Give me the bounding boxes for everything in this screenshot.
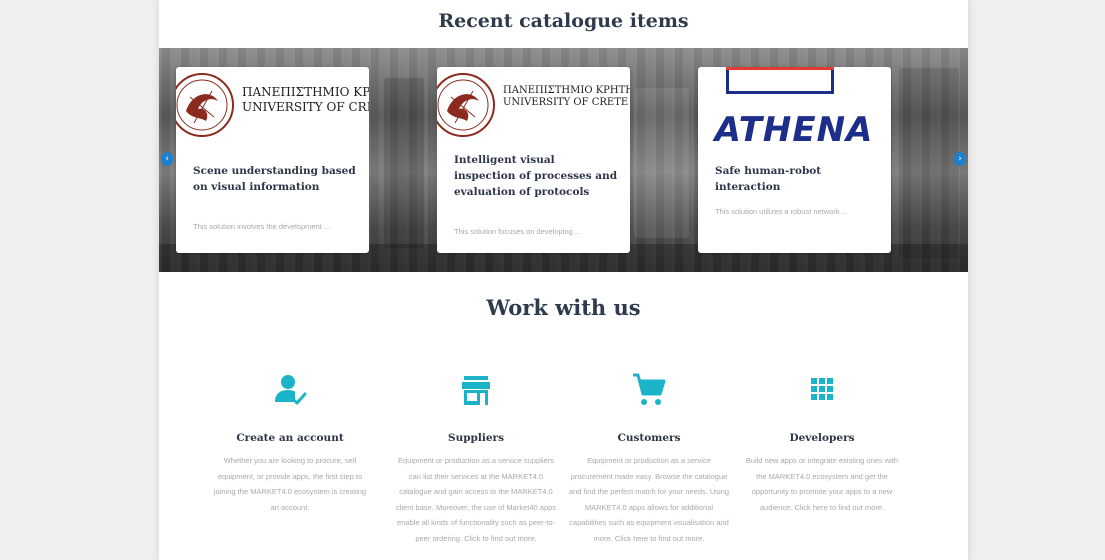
store-icon — [462, 376, 490, 405]
column-text: Equipment or production as a service pro… — [568, 456, 730, 543]
catalogue-card[interactable]: ΠΑΝΕΠΙΣΤΗΜΙΟ ΚΡΗΤΗ UNIVERSITY OF CRETE S… — [176, 67, 369, 253]
athena-wordmark-text: ATHENA — [712, 111, 874, 145]
column-title: Customers — [617, 432, 681, 444]
catalogue-card[interactable]: ATHENA Safe human-robot interaction This… — [698, 67, 891, 253]
university-of-crete-logo: ΠΑΝΕΠΙΣΤΗΜΙΟ ΚΡΗΤΗ UNIVERSITY OF CRETE — [176, 67, 369, 147]
card-description: This solution involves the development .… — [193, 222, 331, 231]
catalogue-card[interactable]: ΠΑΝΕΠΙΣΤΗΜΙΟ ΚΡΗΤΗ UNIVERSITY OF CRETE I… — [437, 67, 630, 253]
column-text: Build new apps or integrate existing one… — [745, 456, 899, 512]
column-title: Developers — [789, 432, 855, 444]
apps-grid-icon — [811, 378, 833, 400]
card-description: This solution focuses on developing ... — [454, 227, 582, 236]
background-shape — [634, 88, 689, 238]
logo-accent-bar — [726, 91, 834, 94]
column-title: Create an account — [236, 432, 344, 444]
logo-accent-bar — [726, 67, 834, 70]
column-text: Equipment or production as a service sup… — [395, 456, 557, 543]
catalogue-carousel: ‹ › ΠΑΝΕΠΙΣΤΗΜΙΟ ΚΡΗΤΗ UNIVERSITY OF CRE… — [159, 48, 968, 272]
cart-icon — [633, 373, 666, 405]
column-title: Suppliers — [447, 432, 504, 444]
university-seal-icon — [176, 73, 234, 137]
background-shape — [384, 78, 424, 248]
column-text: Whether you are looking to procure, sell… — [213, 456, 367, 512]
university-of-crete-logo: ΠΑΝΕΠΙΣΤΗΜΙΟ ΚΡΗΤΗ UNIVERSITY OF CRETE — [437, 67, 630, 147]
university-seal-icon — [437, 73, 495, 137]
suppliers-column[interactable]: Suppliers Equipment or production as a s… — [391, 372, 561, 546]
developers-column[interactable]: Developers Build new apps or integrate e… — [737, 372, 907, 515]
background-shape — [899, 68, 959, 258]
athena-logo: ATHENA — [698, 67, 891, 147]
university-name-text: ΠΑΝΕΠΙΣΤΗΜΙΟ ΚΡΗΤΗ UNIVERSITY OF CRETE — [242, 85, 369, 115]
university-name-text: ΠΑΝΕΠΙΣΤΗΜΙΟ ΚΡΗΤΗ UNIVERSITY OF CRETE — [503, 85, 630, 109]
carousel-next-button[interactable]: › — [954, 152, 966, 166]
user-check-icon — [275, 375, 307, 405]
athena-wordmark: ATHENA — [712, 111, 874, 145]
create-account-column[interactable]: Create an account Whether you are lookin… — [205, 372, 375, 515]
work-with-us-title: Work with us — [486, 295, 641, 320]
university-name-english: UNIVERSITY OF CRETE — [503, 97, 629, 108]
card-description: This solution utilizes a robust network … — [715, 207, 848, 216]
carousel-prev-button[interactable]: ‹ — [161, 152, 173, 166]
customers-column[interactable]: Customers Equipment or production as a s… — [564, 372, 734, 546]
card-title[interactable]: Scene understanding based on visual info… — [193, 163, 358, 195]
university-name-greek: ΠΑΝΕΠΙΣΤΗΜΙΟ ΚΡΗΤΗ — [242, 85, 369, 99]
university-name-english: UNIVERSITY OF CRETE — [242, 100, 369, 114]
university-name-greek: ΠΑΝΕΠΙΣΤΗΜΙΟ ΚΡΗΤΗ — [503, 85, 630, 96]
card-title[interactable]: Safe human-robot interaction — [715, 163, 880, 195]
recent-items-title: Recent catalogue items — [438, 10, 689, 32]
card-title[interactable]: Intelligent visual inspection of process… — [454, 152, 619, 200]
page-container: Recent catalogue items ‹ › ΠΑΝΕΠΙΣΤΗΜΙΟ … — [159, 0, 968, 560]
